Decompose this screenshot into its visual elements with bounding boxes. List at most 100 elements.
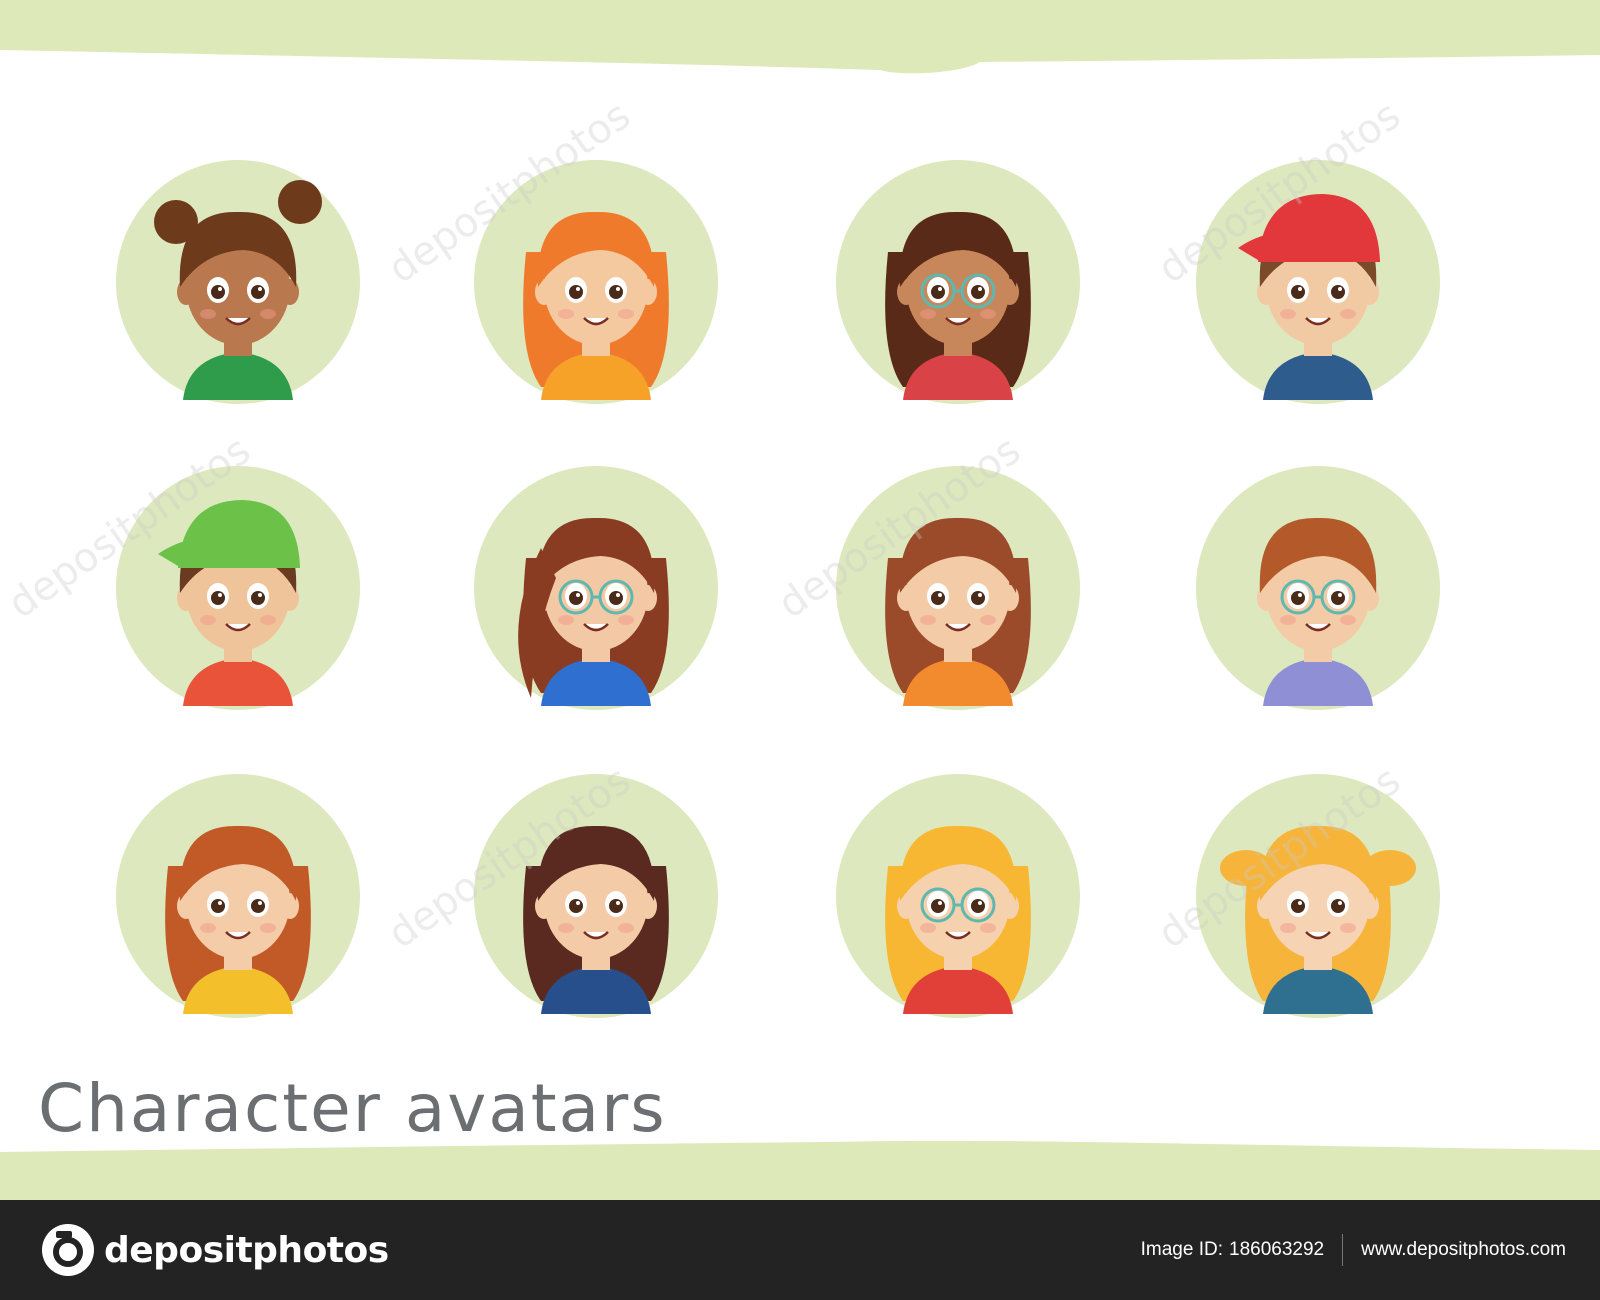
brand-name: depositphotos [104,1229,389,1271]
blush [618,309,634,319]
eye-glint [258,287,262,291]
eye-iris [251,591,265,605]
image-id: 186063292 [1229,1239,1325,1260]
blush [558,615,574,625]
blush [1340,309,1356,319]
eye-iris [1291,591,1305,605]
ear [177,585,195,611]
eye-glint [978,593,982,597]
eye-iris [211,285,225,299]
ear [1361,279,1379,305]
avatar-grid [116,160,1440,1018]
ear [1001,585,1019,611]
brand[interactable]: depositphotos [40,1220,389,1280]
hair-bun [278,180,322,224]
ear [639,279,657,305]
ear [1361,585,1379,611]
blush [260,923,276,933]
avatar-girl-brown-glasses[interactable] [836,160,1080,404]
ear [639,585,657,611]
eye-glint [218,901,222,905]
blush [980,615,996,625]
pigtail [1220,850,1272,886]
eye-glint [258,901,262,905]
ear [177,279,195,305]
eye-glint [1298,901,1302,905]
poster: Character avatars depositphotos depositp… [0,0,1600,1300]
ear [897,279,915,305]
ear [281,279,299,305]
image-meta: Image ID: 186063292 www.depositphotos.co… [1141,1230,1566,1270]
eye-iris [1291,899,1305,913]
eye-glint [576,593,580,597]
eye-glint [1338,901,1342,905]
eye-iris [1291,285,1305,299]
eye-iris [569,285,583,299]
eye-iris [609,285,623,299]
ear [897,585,915,611]
eye-iris [931,591,945,605]
eye-iris [1331,285,1345,299]
blush [200,923,216,933]
ear [1257,585,1275,611]
ear [281,585,299,611]
page-title: Character avatars [38,1070,667,1147]
eye-glint [938,593,942,597]
blush [200,309,216,319]
ear [1001,893,1019,919]
avatar-girl-dark-bob[interactable] [474,774,718,1018]
eye-glint [576,901,580,905]
blush [260,309,276,319]
hair-bun [154,200,198,244]
ear [1257,893,1275,919]
blush [980,923,996,933]
eye-glint [938,901,942,905]
camera-logo-icon [42,1224,94,1276]
avatar-boy-red-cap[interactable] [1196,160,1440,404]
avatar-girl-auburn-long[interactable] [116,774,360,1018]
ear [639,893,657,919]
site-link[interactable]: www.depositphotos.com [1361,1239,1566,1261]
ear [1361,893,1379,919]
eye-glint [1338,593,1342,597]
avatar-girl-red-wavy[interactable] [474,160,718,404]
ear [535,279,553,305]
blush [618,923,634,933]
ear [177,893,195,919]
avatar-girl-blonde-pigtails[interactable] [1196,774,1440,1018]
blush [1340,615,1356,625]
blush [200,615,216,625]
blush [1280,923,1296,933]
eye-glint [938,287,942,291]
blush [558,923,574,933]
blush [260,615,276,625]
blush [920,615,936,625]
eye-iris [609,591,623,605]
avatar-girl-dark-buns[interactable] [116,160,360,404]
avatar-girl-blonde-glasses[interactable] [836,774,1080,1018]
eye-iris [971,591,985,605]
eye-glint [1298,593,1302,597]
divider [1342,1234,1344,1266]
eye-iris [971,899,985,913]
blush [920,309,936,319]
eye-iris [931,285,945,299]
eye-glint [218,593,222,597]
ear [1257,279,1275,305]
avatar-girl-ponytail-glasses[interactable] [474,466,718,710]
blush [1280,615,1296,625]
eye-glint [616,901,620,905]
eye-iris [609,899,623,913]
eye-glint [616,593,620,597]
eye-glint [1298,287,1302,291]
eye-iris [211,899,225,913]
ear [535,893,553,919]
avatar-girl-brown-bob[interactable] [836,466,1080,710]
eye-glint [616,287,620,291]
avatar-boy-round-glasses[interactable] [1196,466,1440,710]
eye-iris [569,899,583,913]
eye-glint [258,593,262,597]
ear [1001,279,1019,305]
blush [1340,923,1356,933]
avatar-boy-green-cap[interactable] [116,466,360,710]
